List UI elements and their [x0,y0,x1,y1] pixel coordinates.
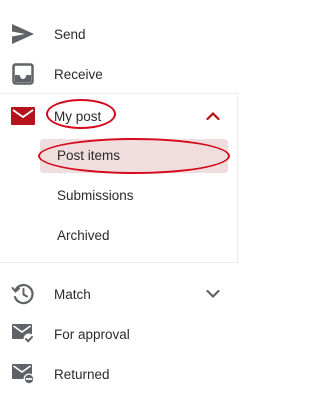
nav-item-my-post[interactable]: My post [0,96,240,136]
nav-item-label: My post [54,109,102,124]
chevron-down-icon[interactable] [205,287,221,301]
nav-item-label: Returned [54,367,110,382]
sidebar-nav: Send Receive My post Post items Submissi… [0,0,240,398]
nav-item-label: Send [54,27,86,42]
inbox-icon [10,62,36,86]
nav-item-match[interactable]: Match [0,274,240,314]
sub-item-label: Post items [57,148,121,163]
sub-item-label: Archived [57,228,110,243]
mail-check-icon [10,322,36,346]
nav-item-returned[interactable]: Returned [0,354,240,394]
nav-item-receive[interactable]: Receive [0,54,240,94]
mail-return-icon [10,362,36,386]
nav-item-label: For approval [54,327,130,342]
sub-item-post-items[interactable]: Post items [40,139,228,173]
sub-item-archived[interactable]: Archived [40,219,228,253]
nav-item-label: Receive [54,67,103,82]
sub-item-label: Submissions [57,188,134,203]
nav-item-label: Match [54,287,91,302]
send-icon [10,22,36,46]
chevron-up-icon[interactable] [205,109,221,123]
sub-item-submissions[interactable]: Submissions [40,179,228,213]
mail-icon [10,104,36,128]
clock-history-icon [10,282,36,306]
nav-item-for-approval[interactable]: For approval [0,314,240,354]
my-post-section: My post Post items Submissions Archived [0,93,238,263]
nav-item-send[interactable]: Send [0,14,240,54]
